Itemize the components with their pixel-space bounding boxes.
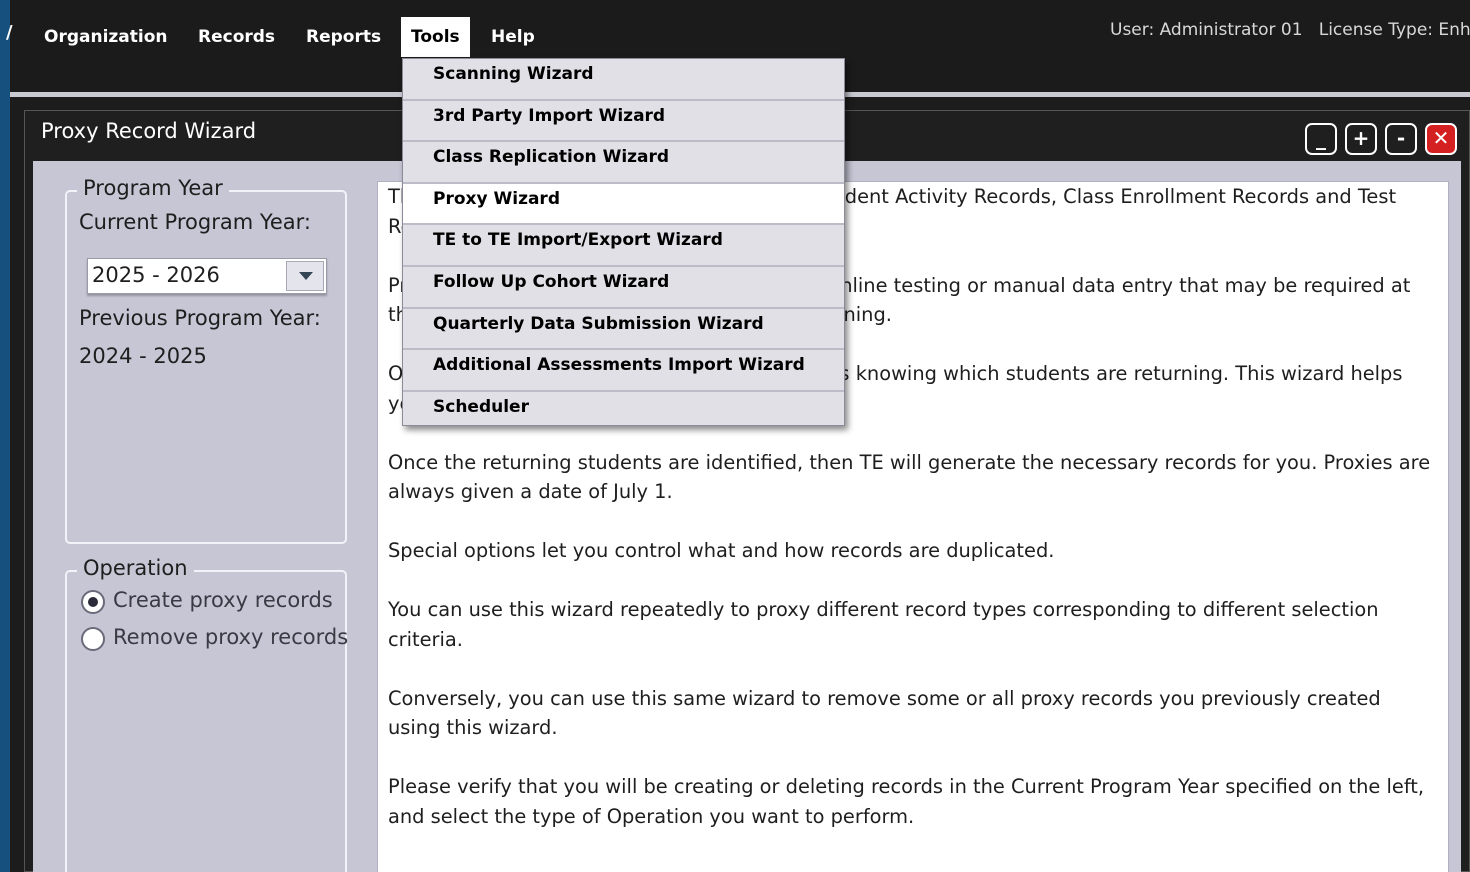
close-button[interactable]: ✕ — [1425, 123, 1457, 155]
user-info: User: Administrator 01 License Type: Enh… — [1110, 20, 1470, 40]
menu-organization[interactable]: Organization — [34, 17, 178, 57]
window-title: Proxy Record Wizard — [41, 119, 257, 143]
menu-reports[interactable]: Reports — [296, 17, 391, 57]
description-paragraph: Please verify that you will be creating … — [388, 775, 1425, 828]
create-proxy-label[interactable]: Create proxy records — [113, 588, 333, 612]
menu-item-scanning-wizard[interactable]: Scanning Wizard — [403, 59, 844, 101]
description-paragraph: Once the returning students are identifi… — [388, 450, 1431, 504]
menu-item-te-to-te-wizard[interactable]: TE to TE Import/Export Wizard — [403, 225, 844, 267]
operation-group-label: Operation — [77, 556, 194, 580]
zoom-in-button[interactable]: + — [1345, 123, 1377, 155]
remove-proxy-radio[interactable] — [81, 627, 105, 651]
menu-item-scheduler[interactable]: Scheduler — [403, 392, 844, 434]
previous-program-year-label: Previous Program Year: — [79, 306, 321, 330]
description-paragraph: You can use this wizard repeatedly to pr… — [388, 598, 1379, 651]
menu-help[interactable]: Help — [481, 17, 545, 57]
remove-proxy-label[interactable]: Remove proxy records — [113, 625, 348, 649]
previous-program-year-value: 2024 - 2025 — [79, 344, 207, 368]
menu-item-proxy-wizard[interactable]: Proxy Wizard — [403, 183, 844, 226]
operation-group: Operation Create proxy records Remove pr… — [65, 556, 348, 872]
menu-item-class-replication-wizard[interactable]: Class Replication Wizard — [403, 142, 844, 184]
program-year-select[interactable]: 2025 - 2026 — [87, 258, 327, 294]
chevron-down-icon[interactable] — [286, 261, 324, 291]
description-paragraph: Conversely, you can use this same wizard… — [388, 686, 1381, 740]
program-year-group: Program Year Current Program Year: 2025 … — [65, 176, 347, 544]
zoom-out-button[interactable]: - — [1385, 123, 1417, 155]
menu-item-quarterly-data-submission-wizard[interactable]: Quarterly Data Submission Wizard — [403, 309, 844, 351]
license-text: License Type: Enha — [1318, 20, 1470, 40]
menu-item-3rd-party-import-wizard[interactable]: 3rd Party Import Wizard — [403, 101, 844, 143]
menu-records[interactable]: Records — [188, 17, 285, 57]
create-proxy-radio[interactable] — [81, 590, 105, 614]
current-program-year-label: Current Program Year: — [79, 210, 311, 234]
menu-edge-glyph: / — [6, 22, 13, 43]
program-year-group-label: Program Year — [77, 176, 229, 200]
menu-item-additional-assessments-import-wizard[interactable]: Additional Assessments Import Wizard — [403, 350, 844, 392]
menu-tools[interactable]: Tools — [401, 17, 470, 57]
description-paragraph: Special options let you control what and… — [388, 539, 1055, 562]
menu-item-follow-up-cohort-wizard[interactable]: Follow Up Cohort Wizard — [403, 267, 844, 309]
minimize-button[interactable]: _ — [1305, 123, 1337, 155]
user-text: User: Administrator 01 — [1110, 20, 1303, 40]
tools-dropdown-menu: Scanning Wizard 3rd Party Import Wizard … — [402, 58, 845, 426]
program-year-select-value: 2025 - 2026 — [92, 263, 220, 287]
